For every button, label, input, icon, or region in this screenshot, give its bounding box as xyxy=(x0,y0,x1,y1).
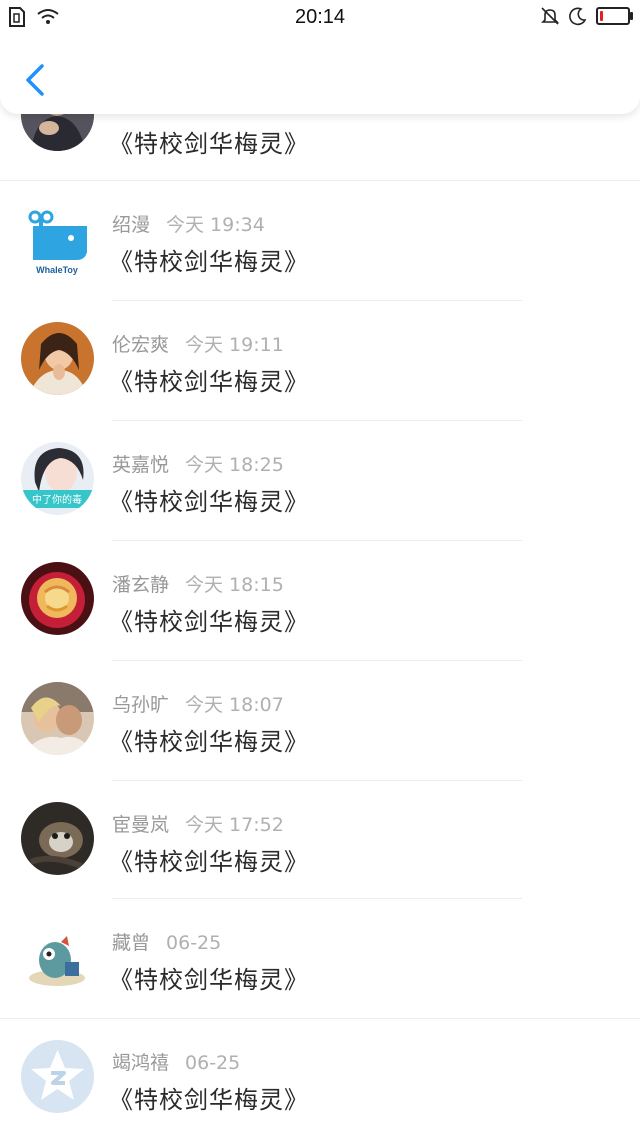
avatar-caption: 中了你的毒 xyxy=(32,493,82,506)
avatar[interactable] xyxy=(21,920,94,993)
user-name[interactable]: 宦曼岚 xyxy=(112,814,169,836)
item-meta: 乌孙旷 今天 18:07 xyxy=(112,690,284,717)
avatar[interactable]: 中了你的毒 xyxy=(21,442,94,515)
item-meta: 竭鸿禧 06-25 xyxy=(112,1048,240,1075)
item-meta: 潘玄静 今天 18:15 xyxy=(112,570,284,597)
list-item[interactable]: 竭鸿禧 06-25 《特校剑华梅灵》 xyxy=(0,1018,640,1138)
avatar[interactable] xyxy=(21,682,94,755)
list-item[interactable]: 潘玄静 今天 18:15 《特校剑华梅灵》 xyxy=(0,540,640,660)
user-name[interactable]: 乌孙旷 xyxy=(112,694,169,716)
post-time: 06-25 xyxy=(185,1052,241,1074)
item-title: 《特校剑华梅灵》 xyxy=(109,248,309,276)
whaletoy-logo-text: WhaleToy xyxy=(36,265,78,275)
item-meta: 英嘉悦 今天 18:25 xyxy=(112,450,284,477)
back-button[interactable] xyxy=(20,62,50,98)
mute-bell-icon xyxy=(541,7,559,25)
item-meta: 藏曾 06-25 xyxy=(112,928,221,955)
item-title: 《特校剑华梅灵》 xyxy=(109,368,309,396)
item-title: 《特校剑华梅灵》 xyxy=(109,848,309,876)
user-name[interactable]: 伦宏爽 xyxy=(112,334,169,356)
list-item[interactable]: 伦宏爽 今天 19:11 《特校剑华梅灵》 xyxy=(0,300,640,420)
post-time: 今天 18:07 xyxy=(185,694,284,716)
battery-level xyxy=(600,11,603,21)
post-time: 今天 19:34 xyxy=(166,214,265,236)
list-item[interactable]: 乌孙旷 今天 18:07 《特校剑华梅灵》 xyxy=(0,660,640,780)
item-meta: 宦曼岚 今天 17:52 xyxy=(112,810,284,837)
avatar[interactable] xyxy=(21,1040,94,1113)
user-name[interactable]: 潘玄静 xyxy=(112,574,169,596)
user-name[interactable]: 绍漫 xyxy=(112,214,150,236)
avatar[interactable] xyxy=(21,802,94,875)
item-meta: 伦宏爽 今天 19:11 xyxy=(112,330,284,357)
avatar[interactable]: WhaleToy xyxy=(21,206,94,279)
item-title: 《特校剑华梅灵》 xyxy=(109,130,309,158)
list-item[interactable]: WhaleToy 绍漫 今天 19:34 《特校剑华梅灵》 xyxy=(0,180,640,300)
item-title: 《特校剑华梅灵》 xyxy=(109,1086,309,1114)
list-item[interactable]: 中了你的毒 英嘉悦 今天 18:25 《特校剑华梅灵》 xyxy=(0,420,640,540)
user-name[interactable]: 英嘉悦 xyxy=(112,454,169,476)
post-time: 今天 18:15 xyxy=(185,574,284,596)
item-title: 《特校剑华梅灵》 xyxy=(109,488,309,516)
avatar[interactable] xyxy=(21,322,94,395)
post-time: 今天 18:25 xyxy=(185,454,284,476)
chevron-left-icon xyxy=(26,64,44,96)
item-meta: 绍漫 今天 19:34 xyxy=(112,210,265,237)
list-item[interactable]: 藏曾 06-25 《特校剑华梅灵》 xyxy=(0,898,640,1018)
moon-icon xyxy=(569,7,587,26)
user-name[interactable]: 藏曾 xyxy=(112,932,150,954)
item-title: 《特校剑华梅灵》 xyxy=(109,966,309,994)
battery-icon xyxy=(596,7,633,25)
item-title: 《特校剑华梅灵》 xyxy=(109,728,309,756)
avatar[interactable] xyxy=(21,562,94,635)
item-title: 《特校剑华梅灵》 xyxy=(109,608,309,636)
post-time: 06-25 xyxy=(166,932,222,954)
status-bar: 20:14 xyxy=(0,0,640,36)
post-time: 今天 17:52 xyxy=(185,814,284,836)
post-time: 今天 19:11 xyxy=(185,334,284,356)
list-item[interactable]: 宦曼岚 今天 17:52 《特校剑华梅灵》 xyxy=(0,780,640,900)
user-name[interactable]: 竭鸿禧 xyxy=(112,1052,169,1074)
